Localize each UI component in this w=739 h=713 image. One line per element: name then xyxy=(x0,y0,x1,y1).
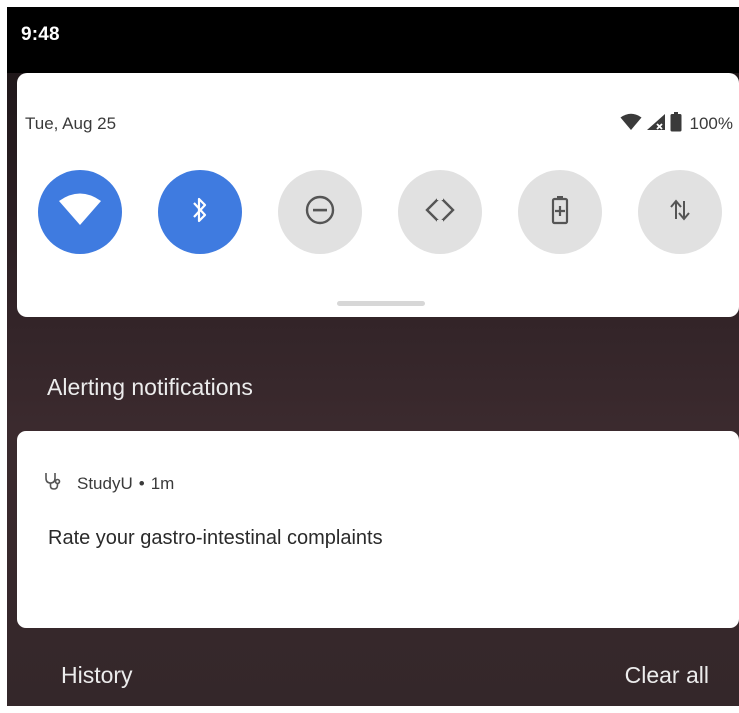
mobile-data-icon xyxy=(668,197,692,228)
bluetooth-icon xyxy=(190,195,210,230)
alerting-notifications-header: Alerting notifications xyxy=(47,374,253,400)
qs-status-icons: 100% xyxy=(620,111,733,137)
qs-date[interactable]: Tue, Aug 25 xyxy=(25,114,116,134)
do-not-disturb-icon xyxy=(304,194,336,231)
tile-bluetooth[interactable] xyxy=(158,170,242,254)
tile-do-not-disturb[interactable] xyxy=(278,170,362,254)
notification-header-row: StudyU • 1m xyxy=(43,471,174,496)
battery-percent: 100% xyxy=(689,114,733,133)
history-button[interactable]: History xyxy=(61,662,133,689)
tile-battery-saver[interactable] xyxy=(518,170,602,254)
stethoscope-icon xyxy=(43,471,63,496)
qs-drag-handle[interactable] xyxy=(337,301,425,306)
clear-all-button[interactable]: Clear all xyxy=(625,662,709,689)
wifi-icon xyxy=(58,193,102,232)
tile-auto-rotate[interactable] xyxy=(398,170,482,254)
battery-icon xyxy=(670,111,682,137)
auto-rotate-icon xyxy=(423,193,457,232)
status-time: 9:48 xyxy=(21,24,60,45)
notification-app-name: StudyU xyxy=(77,473,133,493)
notification-separator: • xyxy=(138,473,145,493)
notification-message: Rate your gastro-intestinal complaints xyxy=(48,527,383,549)
battery-saver-icon xyxy=(550,195,570,230)
notification-time: 1m xyxy=(150,473,175,493)
notification-shade: 9:48 Tue, Aug 25 100% Alerting notificat… xyxy=(7,7,739,706)
wifi-signal-icon xyxy=(620,113,642,136)
cell-signal-icon xyxy=(646,113,666,136)
quick-settings-panel: Tue, Aug 25 100% xyxy=(17,73,739,317)
tile-wifi[interactable] xyxy=(38,170,122,254)
tile-mobile-data[interactable] xyxy=(638,170,722,254)
status-bar: 9:48 xyxy=(7,7,739,73)
